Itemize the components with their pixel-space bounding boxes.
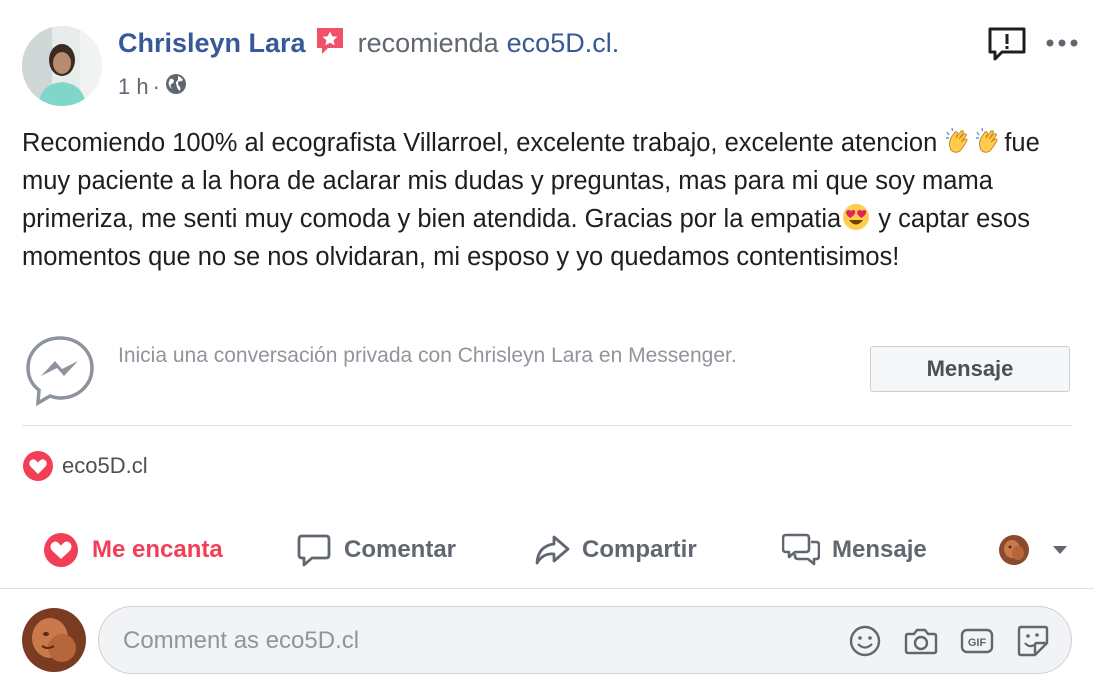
camera-icon[interactable]: [903, 623, 939, 659]
author-name[interactable]: Chrisleyn Lara: [118, 28, 306, 59]
chevron-down-icon: [1053, 546, 1067, 554]
comment-label: Comentar: [344, 536, 457, 563]
share-label: Compartir: [582, 536, 697, 563]
reactor-name: eco5D.cl: [62, 453, 148, 478]
report-icon[interactable]: [986, 26, 1028, 62]
comment-box: GIF: [98, 606, 1072, 675]
recommendation-icon: [314, 25, 346, 57]
send-message-button[interactable]: Mensaje: [870, 346, 1070, 392]
recommend-verb: recomienda: [357, 27, 499, 58]
action-bar: Me encanta Comentar Compartir Mensaje: [0, 520, 1094, 580]
comment-input[interactable]: [121, 607, 725, 675]
emoji-icon[interactable]: [847, 623, 883, 659]
meta-separator: ·: [152, 74, 160, 99]
message-bubbles-icon: [782, 533, 820, 566]
page-selector[interactable]: [998, 520, 1070, 580]
post-text-part1: Recomiendo 100% al ecografista Villarroe…: [22, 129, 945, 157]
comment-button[interactable]: Comentar: [296, 520, 456, 580]
share-button[interactable]: Compartir: [534, 520, 697, 580]
message-action-button[interactable]: Mensaje: [782, 520, 927, 580]
love-label: Me encanta: [92, 536, 223, 563]
reactions-summary[interactable]: eco5D.cl: [22, 450, 148, 482]
divider: [22, 425, 1072, 426]
message-action-label: Mensaje: [832, 536, 927, 563]
gif-icon[interactable]: GIF: [959, 623, 995, 659]
svg-text:GIF: GIF: [968, 637, 987, 649]
globe-icon: [164, 72, 188, 102]
author-photo: [22, 26, 102, 106]
post-timestamp[interactable]: 1 h: [118, 74, 149, 100]
clapping-hands-icon: [944, 126, 974, 156]
more-options-icon[interactable]: [1044, 36, 1080, 48]
love-reaction-icon: [22, 450, 54, 482]
comment-icon: [297, 534, 331, 567]
love-icon: [44, 533, 78, 567]
page-avatar-icon: [999, 535, 1029, 565]
love-button[interactable]: Me encanta: [42, 520, 223, 580]
page-link[interactable]: eco5D.cl.: [507, 28, 620, 59]
clapping-hands-icon: [974, 126, 1004, 156]
heart-eyes-emoji-icon: [841, 202, 871, 232]
share-icon: [535, 535, 570, 565]
sticker-icon[interactable]: [1015, 623, 1051, 659]
commenter-avatar[interactable]: [22, 608, 86, 672]
messenger-icon: [24, 334, 96, 407]
post-body: Recomiendo 100% al ecografista Villarroe…: [22, 124, 1074, 276]
divider: [0, 588, 1094, 589]
messenger-prompt: Inicia una conversación privada con Chri…: [118, 344, 737, 367]
author-avatar[interactable]: [22, 26, 102, 106]
